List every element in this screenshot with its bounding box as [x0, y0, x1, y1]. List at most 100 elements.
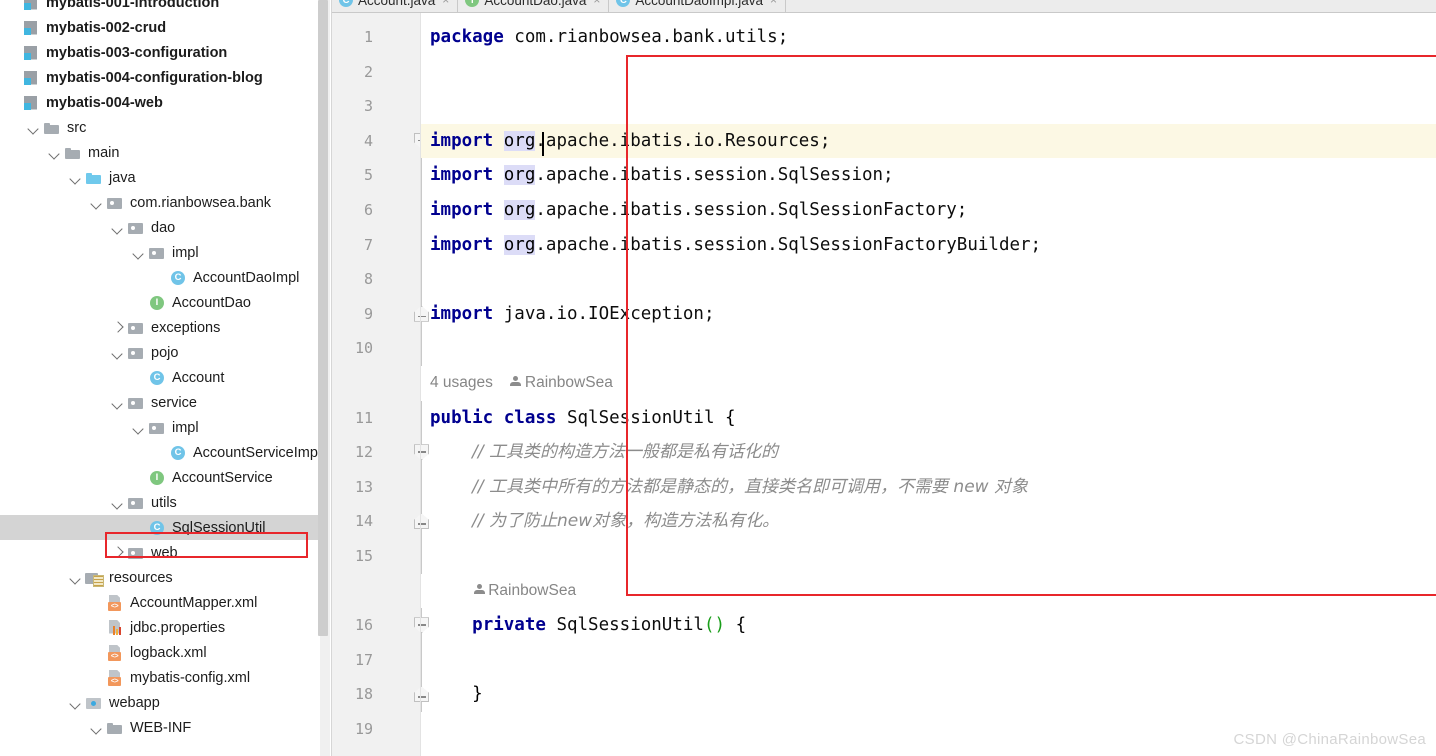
tree-item-sqlsessionutil[interactable]: SqlSessionUtil — [0, 515, 320, 540]
tree-item-logback-xml[interactable]: logback.xml — [0, 640, 320, 665]
code-editor[interactable]: Account.java×AccountDao.java×AccountDaoI… — [332, 0, 1436, 756]
chevron-down-icon[interactable] — [132, 246, 145, 259]
tree-item-dao[interactable]: dao — [0, 215, 320, 240]
folder-icon — [106, 719, 124, 737]
author-hint[interactable]: RainbowSea — [488, 582, 576, 599]
code-line-9[interactable]: import java.io.IOException; — [421, 297, 1436, 332]
tree-item-mybatis-001-introduction[interactable]: mybatis-001-introduction — [0, 0, 320, 15]
close-icon[interactable]: × — [442, 0, 449, 6]
chevron-down-icon[interactable] — [27, 121, 40, 134]
code-line-4[interactable]: import org.apache.ibatis.io.Resources; — [421, 123, 1436, 159]
chevron-down-icon[interactable] — [48, 146, 61, 159]
inlay-hint-row: RainbowSea — [421, 574, 1436, 609]
tree-item-com-rianbowsea-bank[interactable]: com.rianbowsea.bank — [0, 190, 320, 215]
project-tree[interactable]: mybatis-001-introduction mybatis-002-crud… — [0, 0, 321, 740]
code-line-18[interactable]: } — [421, 677, 1436, 712]
sidebar-scrollbar-thumb[interactable] — [318, 0, 328, 636]
package-icon — [127, 319, 145, 337]
close-icon[interactable]: × — [770, 0, 777, 6]
tree-item-mybatis-config-xml[interactable]: mybatis-config.xml — [0, 665, 320, 690]
tree-item-impl[interactable]: impl — [0, 240, 320, 265]
tree-item-exceptions[interactable]: exceptions — [0, 315, 320, 340]
tree-item-accountserviceimpl[interactable]: AccountServiceImpl — [0, 440, 321, 465]
code-line-10[interactable] — [421, 331, 1436, 366]
chevron-down-icon[interactable] — [69, 696, 82, 709]
chevron-down-icon[interactable] — [69, 571, 82, 584]
code-line-1[interactable]: package com.rianbowsea.bank.utils; — [421, 20, 1436, 55]
tree-item-accountdaoimpl[interactable]: AccountDaoImpl — [0, 265, 320, 290]
chevron-down-icon[interactable] — [111, 221, 124, 234]
tree-item-accountdao[interactable]: AccountDao — [0, 290, 320, 315]
tree-item-main[interactable]: main — [0, 140, 320, 165]
code-line-6[interactable]: import org.apache.ibatis.session.SqlSess… — [421, 193, 1436, 228]
chevron-down-icon[interactable] — [132, 421, 145, 434]
code-token: org — [503, 200, 536, 220]
close-icon[interactable]: × — [593, 0, 600, 6]
code-line-15[interactable] — [421, 539, 1436, 574]
module-icon — [22, 44, 40, 62]
project-tree-panel[interactable]: mybatis-001-introduction mybatis-002-crud… — [0, 0, 332, 756]
code-line-14[interactable]: // 为了防止new对象，构造方法私有化。 — [421, 504, 1436, 539]
editor-tab-accountdaoimpl[interactable]: AccountDaoImpl.java × — [609, 0, 786, 12]
tree-item-label: WEB-INF — [130, 719, 192, 736]
author-hint[interactable]: RainbowSea — [525, 374, 613, 391]
tree-item-account[interactable]: Account — [0, 365, 320, 390]
tree-item-label: mybatis-004-web — [46, 94, 163, 111]
tree-item-web-inf[interactable]: WEB-INF — [0, 715, 320, 740]
text-caret — [542, 132, 544, 156]
tree-item-utils[interactable]: utils — [0, 490, 320, 515]
code-line-7[interactable]: import org.apache.ibatis.session.SqlSess… — [421, 228, 1436, 263]
tree-item-jdbc-properties[interactable]: jdbc.properties — [0, 615, 320, 640]
tree-item-src[interactable]: src — [0, 115, 320, 140]
chevron-down-icon[interactable] — [111, 496, 124, 509]
tree-item-webapp[interactable]: webapp — [0, 690, 320, 715]
editor-tab-accountdao[interactable]: AccountDao.java × — [458, 0, 610, 12]
code-line-20[interactable] — [421, 747, 1436, 756]
tree-item-label: utils — [151, 494, 177, 511]
editor-tab-strip[interactable]: Account.java×AccountDao.java×AccountDaoI… — [332, 0, 1436, 13]
code-content[interactable]: package com.rianbowsea.bank.utils; import… — [421, 13, 1436, 756]
tree-item-accountmapper-xml[interactable]: AccountMapper.xml — [0, 590, 320, 615]
code-line-17[interactable] — [421, 643, 1436, 678]
line-number: 7 — [363, 235, 373, 254]
folder-icon — [64, 144, 82, 162]
chevron-right-icon[interactable] — [111, 546, 124, 559]
editor-gutter[interactable]: 1234567891011121314151617181920 — [332, 13, 429, 756]
line-number: 20 — [333, 747, 373, 756]
code-line-11[interactable]: public class SqlSessionUtil { — [421, 401, 1436, 436]
tree-item-mybatis-004-configuration-blog[interactable]: mybatis-004-configuration-blog — [0, 65, 320, 90]
chevron-right-icon[interactable] — [111, 321, 124, 334]
sidebar-scrollbar-track[interactable] — [318, 0, 330, 756]
tree-item-web[interactable]: web — [0, 540, 320, 565]
tree-item-pojo[interactable]: pojo — [0, 340, 320, 365]
editor-tab-account[interactable]: Account.java × — [332, 0, 459, 12]
chevron-down-icon[interactable] — [69, 171, 82, 184]
code-line-3[interactable] — [421, 89, 1436, 124]
code-token: package — [430, 27, 515, 47]
tree-item-label: com.rianbowsea.bank — [130, 194, 272, 211]
tree-item-mybatis-004-web[interactable]: mybatis-004-web — [0, 90, 320, 115]
tree-item-impl[interactable]: impl — [0, 415, 320, 440]
code-line-16[interactable]: private SqlSessionUtil() { — [421, 608, 1436, 643]
code-line-13[interactable]: // 工具类中所有的方法都是静态的，直接类名即可调用，不需要 new 对象 — [421, 470, 1436, 505]
tree-item-java[interactable]: java — [0, 165, 320, 190]
code-line-2[interactable] — [421, 55, 1436, 90]
tree-item-mybatis-003-configuration[interactable]: mybatis-003-configuration — [0, 40, 320, 65]
chevron-down-icon[interactable] — [90, 721, 103, 734]
tree-item-resources[interactable]: resources — [0, 565, 320, 590]
usages-hint[interactable]: 4 usages — [430, 374, 493, 391]
iface-i-icon — [148, 294, 166, 312]
tree-item-accountservice[interactable]: AccountService — [0, 465, 320, 490]
tree-item-service[interactable]: service — [0, 390, 320, 415]
chevron-down-icon[interactable] — [111, 396, 124, 409]
code-line-12[interactable]: // 工具类的构造方法一般都是私有话化的 — [421, 435, 1436, 470]
chevron-down-icon[interactable] — [111, 346, 124, 359]
code-line-5[interactable]: import org.apache.ibatis.session.SqlSess… — [421, 158, 1436, 193]
chevron-down-icon[interactable] — [90, 196, 103, 209]
editor-tab-label: Account.java — [358, 0, 436, 8]
code-token: .apache.ibatis.io.Resources; — [535, 130, 831, 151]
tree-item-mybatis-002-crud[interactable]: mybatis-002-crud — [0, 15, 320, 40]
code-line-8[interactable] — [421, 262, 1436, 297]
line-number: 17 — [354, 650, 373, 669]
